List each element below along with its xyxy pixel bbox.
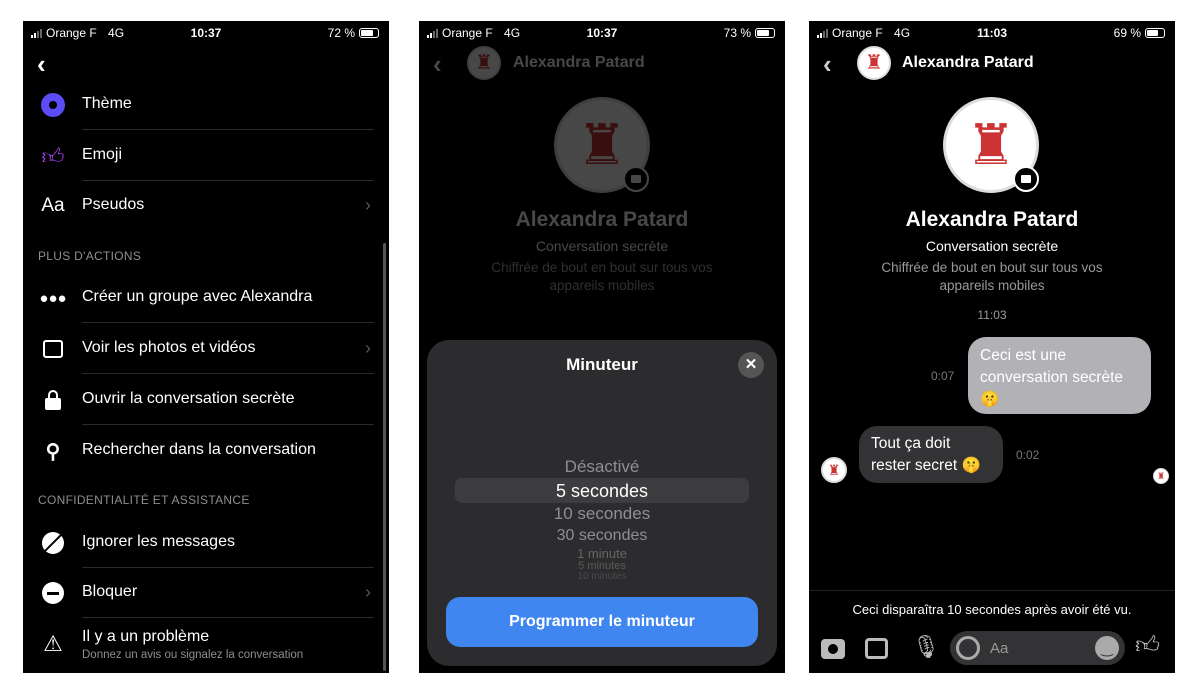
menu-item-label: Il y a un problème (82, 628, 210, 645)
settings-panel: Orange F 4G 10:37 72 % ‹ Thème 👍︎ Emoji A… (23, 21, 389, 673)
theme-circle-icon (40, 92, 66, 118)
timer-icon[interactable] (956, 636, 980, 660)
menu-item-pseudos[interactable]: Aa Pseudos › (23, 180, 389, 231)
chat-timestamp: 11:03 (977, 308, 1007, 322)
battery-icon (1145, 28, 1165, 38)
picker-option-selected[interactable]: 5 secondes (427, 481, 777, 502)
encryption-note: Chiffrée de bout en bout sur tous vos ap… (491, 260, 713, 293)
chat-panel: Orange F 4G 11:03 69 % ‹ ♜ Alexandra Pat… (809, 21, 1175, 673)
warning-icon: ⚠ (43, 631, 63, 656)
menu-item-search[interactable]: ⚲ Rechercher dans la conversation (23, 425, 389, 476)
menu-item-label: Ignorer les messages (82, 533, 235, 550)
menu-item-block[interactable]: Bloquer › (23, 567, 389, 618)
photo-icon (40, 336, 66, 362)
encryption-note: Chiffrée de bout en bout sur tous vos ap… (881, 260, 1103, 293)
menu-item-ignore[interactable]: Ignorer les messages (23, 517, 389, 568)
lock-badge-icon (623, 166, 649, 192)
input-placeholder: Aa (990, 640, 1009, 657)
close-button[interactable]: ✕ (738, 352, 764, 378)
picker-option[interactable]: Désactivé (427, 457, 777, 477)
status-bar: Orange F 4G 10:37 73 % (419, 26, 785, 40)
scrollbar[interactable] (383, 243, 386, 671)
camera-icon[interactable] (821, 639, 845, 659)
gallery-icon[interactable] (865, 638, 888, 659)
back-button[interactable]: ‹ (433, 49, 442, 80)
chevron-right-icon: › (365, 582, 371, 602)
menu-item-theme[interactable]: Thème (23, 79, 389, 130)
message-timer: 0:02 (1016, 448, 1040, 462)
menu-item-report-problem[interactable]: ⚠ Il y a un problème Donnez un avis ou sig… (23, 618, 389, 673)
message-timer: 0:07 (931, 369, 955, 383)
back-button[interactable]: ‹ (823, 49, 832, 80)
menu-item-label: Rechercher dans la conversation (82, 441, 316, 458)
picker-option[interactable]: 10 minutes (427, 571, 777, 580)
group-icon: ●●● (39, 289, 67, 307)
disappear-notice: Ceci disparaîtra 10 secondes après avoir… (852, 602, 1132, 617)
emoji-icon[interactable]: ‿ (1095, 636, 1119, 660)
status-bar: Orange F 4G 11:03 69 % (809, 26, 1175, 40)
battery-level: 73 % (723, 26, 751, 40)
section-header: PLUS D'ACTIONS (38, 249, 142, 263)
timer-panel: Orange F 4G 10:37 73 % ‹ ♜ Alexandra Pat… (419, 21, 785, 673)
seen-avatar-icon: ♜ (1153, 468, 1169, 484)
message-input[interactable]: Aa ‿ (950, 631, 1125, 665)
chevron-right-icon: › (365, 195, 371, 215)
menu-item-create-group[interactable]: ●●● Créer un groupe avec Alexandra (23, 272, 389, 323)
menu-item-label: Thème (82, 95, 132, 112)
status-bar: Orange F 4G 10:37 72 % (23, 26, 389, 40)
menu-item-label: Créer un groupe avec Alexandra (82, 288, 313, 305)
header-name: Alexandra Patard (513, 54, 645, 71)
sender-avatar: ♜ (821, 457, 847, 483)
sheet-title: Minuteur (566, 355, 638, 374)
menu-item-label: Ouvrir la conversation secrète (82, 390, 295, 407)
received-message-bubble[interactable]: Tout ça doit rester secret 🤫 (859, 426, 1003, 483)
thumbs-up-icon: 👍︎ (41, 143, 65, 169)
menu-item-label: Voir les photos et vidéos (82, 339, 256, 356)
set-timer-button[interactable]: Programmer le minuteur (446, 597, 758, 647)
block-icon (40, 580, 66, 606)
menu-item-emoji[interactable]: 👍︎ Emoji (23, 130, 389, 181)
header-avatar: ♜ (467, 46, 501, 80)
menu-item-photos[interactable]: Voir les photos et vidéos › (23, 323, 389, 374)
profile-name: Alexandra Patard (905, 208, 1079, 231)
back-button[interactable]: ‹ (37, 49, 46, 80)
divider (809, 590, 1175, 591)
lock-icon (40, 387, 66, 413)
picker-option[interactable]: 1 minute (427, 546, 777, 561)
picker-option[interactable]: 30 secondes (427, 527, 777, 545)
profile-subtitle: Conversation secrète (925, 238, 1059, 254)
chevron-right-icon: › (365, 338, 371, 358)
battery-level: 72 % (327, 26, 355, 40)
battery-level: 69 % (1113, 26, 1141, 40)
timer-sheet: Minuteur ✕ Désactivé 5 secondes 10 secon… (427, 340, 777, 666)
profile-name: Alexandra Patard (515, 208, 689, 231)
ignore-icon (40, 530, 66, 556)
menu-item-secret-conversation[interactable]: Ouvrir la conversation secrète (23, 374, 389, 425)
text-aa-icon: Aa (41, 195, 65, 216)
menu-item-sublabel: Donnez un avis ou signalez la conversati… (82, 649, 304, 661)
battery-icon (359, 28, 379, 38)
profile-subtitle: Conversation secrète (535, 238, 669, 254)
menu-item-label: Emoji (82, 146, 123, 163)
picker-option[interactable]: 10 secondes (427, 504, 777, 524)
lock-badge-icon (1013, 166, 1039, 192)
battery-icon (755, 28, 775, 38)
sent-message-bubble[interactable]: Ceci est une conversation secrète 🤫 (968, 337, 1151, 414)
search-icon: ⚲ (45, 440, 61, 463)
header-avatar[interactable]: ♜ (857, 46, 891, 80)
microphone-icon[interactable]: 🎙︎ (912, 634, 940, 660)
section-header: CONFIDENTIALITÉ ET ASSISTANCE (38, 493, 250, 507)
menu-item-label: Bloquer (82, 583, 138, 600)
menu-item-label: Pseudos (82, 196, 145, 213)
thumbs-up-icon[interactable]: 👍︎ (1135, 632, 1160, 660)
header-name[interactable]: Alexandra Patard (902, 54, 1034, 72)
